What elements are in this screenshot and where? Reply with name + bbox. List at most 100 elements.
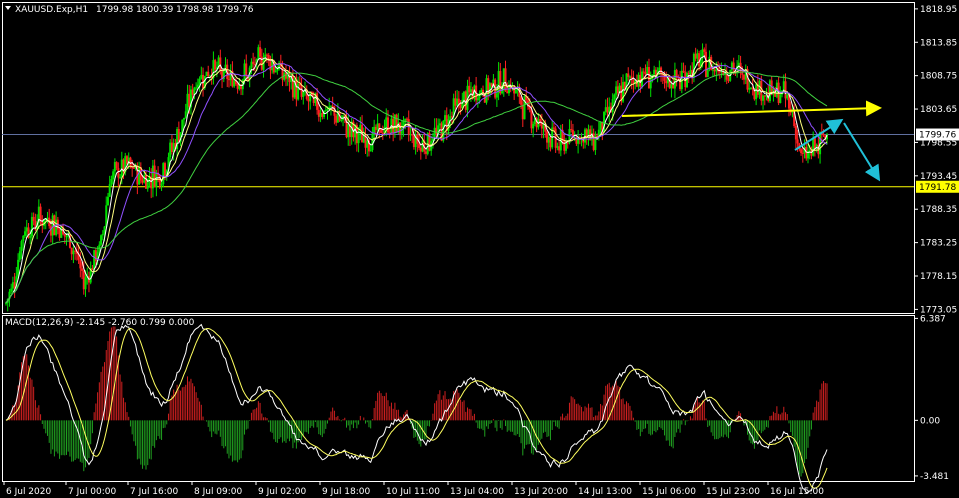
candle-body (743, 74, 746, 80)
candle-body (65, 236, 68, 238)
time-tick-label: 15 Jul 23:00 (706, 487, 760, 497)
candle-body (207, 71, 210, 77)
candle-body (822, 134, 825, 136)
candle-body (55, 219, 58, 236)
current-price-tag-label: 1799.76 (919, 131, 956, 141)
price-tick-label: 1818.95 (920, 5, 957, 15)
candle-body (727, 79, 730, 81)
candle-body (418, 143, 421, 148)
candle-body (485, 78, 488, 103)
candle-body (151, 165, 154, 189)
candle-body (660, 67, 663, 74)
candle-body (386, 117, 389, 133)
candle-body (530, 109, 533, 129)
candle-body (646, 67, 649, 75)
candle-body (11, 282, 14, 289)
time-tick-label: 9 Jul 02:00 (258, 487, 307, 497)
candle-body (317, 109, 320, 117)
candle-body (160, 184, 163, 186)
candle-body (812, 137, 815, 156)
time-tick-label: 8 Jul 09:00 (194, 487, 243, 497)
candle-body (340, 120, 343, 122)
macd-tick-label: -3.481 (920, 472, 949, 482)
candle-body (768, 80, 771, 101)
candle-body (321, 113, 324, 117)
candle-body (265, 54, 268, 56)
candle-body (243, 63, 246, 80)
candle-body (82, 270, 85, 290)
candle-body (468, 85, 471, 93)
candle-body (374, 126, 377, 130)
candle-body (749, 87, 752, 89)
price-tick-label: 1788.35 (920, 205, 957, 215)
macd-indicator-label: MACD(12,26,9) -2.145 -2.760 0.799 0.000 (5, 318, 195, 328)
candle-body (297, 83, 300, 100)
candle-body (143, 175, 146, 183)
time-tick-label: 13 Jul 04:00 (450, 487, 504, 497)
candle-body (703, 49, 706, 52)
candle-body (711, 69, 714, 71)
candle-body (29, 236, 32, 238)
candle-body (112, 171, 115, 180)
candle-body (101, 234, 104, 236)
candle-body (480, 89, 483, 93)
candle-body (800, 149, 803, 153)
candle-body (469, 89, 472, 93)
candle-body (276, 69, 279, 71)
candle-body (796, 139, 799, 144)
candle-body (108, 184, 111, 197)
candle-body (801, 152, 804, 154)
candle-body (326, 108, 329, 110)
candle-body (450, 116, 453, 118)
candle-body (713, 69, 716, 72)
candle-body (763, 95, 766, 97)
candle-body (613, 94, 616, 100)
price-tick-label: 1793.45 (920, 172, 957, 182)
candle-body (411, 134, 414, 136)
candle-body (177, 128, 180, 142)
candle-body (755, 84, 758, 100)
candle-body (380, 129, 383, 133)
candle-body (329, 105, 332, 107)
candle-body (425, 151, 428, 154)
candle-body (696, 53, 699, 59)
candle-body (125, 156, 128, 164)
candle-body (22, 235, 25, 242)
price-tick-label: 1808.75 (920, 72, 957, 82)
candle-body (24, 231, 27, 236)
candle-body (687, 73, 690, 75)
candle-body (63, 234, 66, 237)
candle-body (138, 167, 141, 185)
candle-body (689, 69, 692, 75)
candle-body (357, 132, 360, 144)
candle-body (269, 59, 272, 71)
time-tick-label: 13 Jul 20:00 (514, 487, 568, 497)
price-tick-label: 1778.15 (920, 272, 957, 282)
candle-body (141, 180, 144, 183)
candle-body (119, 177, 122, 179)
candle-body (459, 103, 462, 109)
candle-body (381, 132, 384, 134)
candle-body (632, 79, 635, 84)
candle-body (164, 163, 167, 177)
candle-body (219, 57, 222, 72)
time-tick-label: 7 Jul 16:00 (130, 487, 179, 497)
candle-body (169, 142, 172, 158)
candle-body (153, 165, 156, 187)
candle-body (449, 116, 452, 119)
candle-body (412, 135, 415, 148)
candle-body (385, 117, 388, 127)
candle-body (281, 66, 284, 80)
candle-body (198, 78, 201, 85)
time-tick-label: 6 Jul 2020 (6, 487, 51, 497)
candle-body (786, 94, 789, 99)
candle-body (25, 227, 28, 232)
candle-body (376, 123, 379, 130)
time-tick-label: 10 Jul 11:00 (386, 487, 440, 497)
candle-body (195, 87, 198, 89)
candle-body (205, 71, 208, 76)
candle-body (552, 127, 555, 129)
candle-body (10, 288, 13, 292)
candle-body (186, 93, 189, 112)
candle-body (433, 127, 436, 139)
